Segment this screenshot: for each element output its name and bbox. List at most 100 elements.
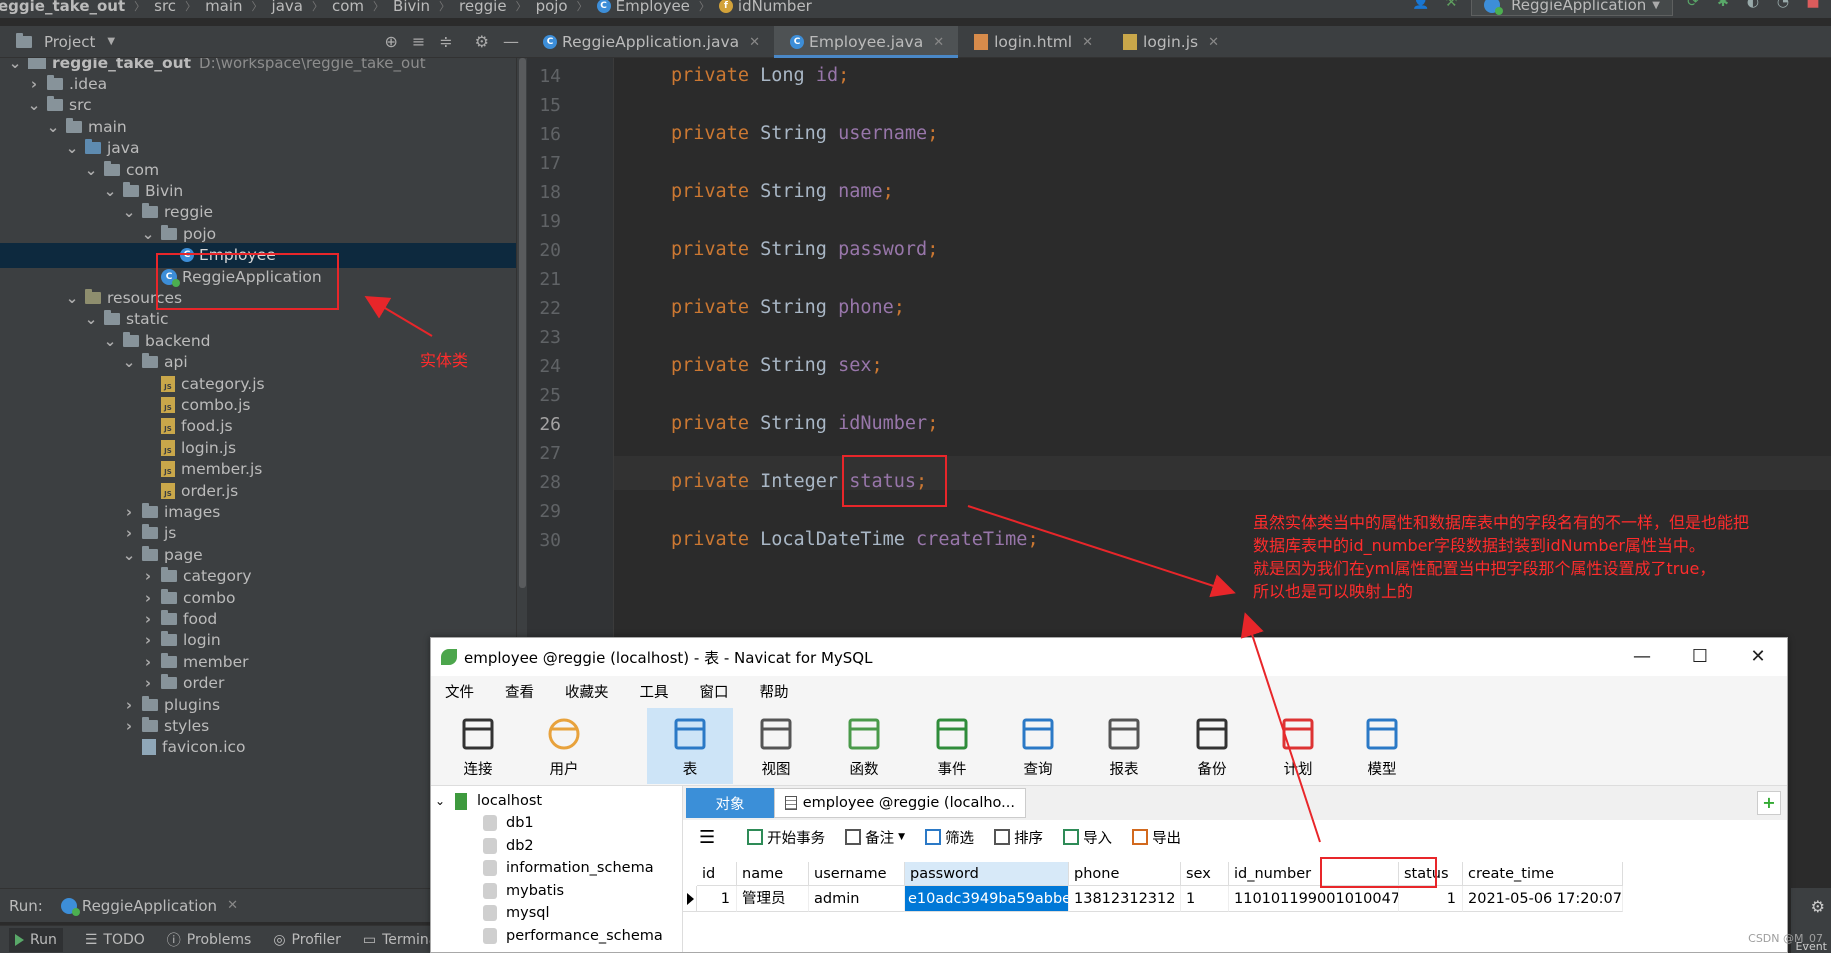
code-line[interactable]: private String password;: [671, 239, 938, 260]
chevron-right-icon[interactable]: ›: [141, 674, 155, 692]
user-icon[interactable]: 👤: [1411, 0, 1431, 12]
action-filter[interactable]: 筛选: [925, 827, 982, 848]
menu-item[interactable]: 收藏夹: [558, 681, 625, 702]
menu-item[interactable]: 查看: [498, 681, 550, 702]
bottom-tab-profiler[interactable]: ◎ Profiler: [273, 932, 341, 948]
coverage-icon[interactable]: ◐: [1743, 0, 1763, 12]
menu-item[interactable]: 帮助: [753, 681, 805, 702]
stop-icon[interactable]: ■: [1803, 0, 1823, 12]
close-icon[interactable]: ✕: [1729, 638, 1787, 676]
chevron-right-icon[interactable]: ›: [141, 631, 155, 649]
gear-icon[interactable]: ⚙: [475, 32, 489, 51]
column-header-id[interactable]: id: [697, 862, 737, 886]
chevron-down-icon[interactable]: ⌄: [435, 794, 455, 808]
close-icon[interactable]: ✕: [1208, 35, 1219, 50]
run-tab-reggie-application[interactable]: ReggieApplication ✕: [60, 897, 238, 916]
breadcrumb-item[interactable]: eggie_take_out: [0, 0, 125, 15]
chevron-down-icon[interactable]: ⌄: [84, 310, 98, 328]
menu-item[interactable]: 窗口: [693, 681, 745, 702]
chevron-right-icon[interactable]: ›: [122, 696, 136, 714]
chevron-down-icon[interactable]: ⌄: [103, 182, 117, 200]
chevron-down-icon[interactable]: ⌄: [27, 96, 41, 114]
close-icon[interactable]: ✕: [227, 898, 238, 913]
editor-tab[interactable]: login.html ✕: [958, 26, 1107, 58]
toolbar-view-button[interactable]: 视图: [733, 708, 819, 784]
code-line[interactable]: private String phone;: [671, 297, 905, 318]
locate-icon[interactable]: ⊕: [384, 32, 397, 51]
database-item[interactable]: performance_schema: [483, 925, 663, 947]
code-line[interactable]: private String sex;: [671, 355, 883, 376]
cell-password[interactable]: e10adc3949ba59abbe56e: [905, 886, 1069, 912]
toolbar-backup-button[interactable]: 备份: [1169, 708, 1255, 784]
chevron-down-icon[interactable]: ⌄: [122, 353, 136, 371]
toolbar-user-button[interactable]: 用户: [521, 708, 607, 784]
toolbar-event-button[interactable]: 事件: [909, 708, 995, 784]
column-header-sex[interactable]: sex: [1181, 862, 1229, 886]
chevron-down-icon[interactable]: ⌄: [122, 546, 136, 564]
column-header-password[interactable]: password: [905, 862, 1069, 886]
database-item[interactable]: information_schema: [483, 857, 654, 879]
database-item[interactable]: mybatis: [483, 880, 564, 902]
toolbar-schedule-button[interactable]: 计划: [1255, 708, 1341, 784]
cell-sex[interactable]: 1: [1181, 886, 1229, 912]
chevron-right-icon[interactable]: ›: [141, 589, 155, 607]
chevron-down-icon[interactable]: ⌄: [84, 161, 98, 179]
code-line[interactable]: private LocalDateTime createTime;: [671, 529, 1039, 550]
build-hammer-icon[interactable]: ⚒: [1441, 0, 1461, 12]
chevron-right-icon[interactable]: ›: [122, 503, 136, 521]
cell-id[interactable]: 1: [697, 886, 737, 912]
close-icon[interactable]: ✕: [933, 35, 944, 50]
chevron-right-icon[interactable]: ›: [122, 717, 136, 735]
menu-item[interactable]: 文件: [438, 681, 490, 702]
cell-name[interactable]: 管理员: [737, 886, 809, 912]
action-export[interactable]: 导出: [1132, 827, 1189, 848]
cell-create-time[interactable]: 2021-05-06 17:20:07: [1463, 886, 1623, 912]
toolbar-report-button[interactable]: 报表: [1081, 708, 1167, 784]
maximize-icon[interactable]: ☐: [1671, 638, 1729, 676]
debug-bug-icon[interactable]: ✱: [1713, 0, 1733, 12]
action-memo[interactable]: 备注 ▼: [845, 827, 913, 848]
editor-tab[interactable]: login.js ✕: [1107, 26, 1233, 58]
action-transaction[interactable]: 开始事务: [747, 827, 833, 848]
column-header-name[interactable]: name: [737, 862, 809, 886]
chevron-right-icon[interactable]: ›: [27, 75, 41, 93]
toolbar-table-button[interactable]: 表: [647, 708, 733, 784]
chevron-down-icon[interactable]: ⌄: [8, 58, 22, 72]
expand-all-icon[interactable]: ≡: [412, 32, 425, 51]
chevron-right-icon[interactable]: ›: [141, 610, 155, 628]
chevron-down-icon[interactable]: ⌄: [65, 289, 79, 307]
database-item[interactable]: db1: [483, 812, 534, 834]
editor-tab[interactable]: C Employee.java ✕: [774, 26, 959, 58]
breadcrumb-item[interactable]: java: [272, 0, 303, 15]
run-configuration-select[interactable]: ReggieApplication ▼: [1471, 0, 1673, 16]
chevron-down-icon[interactable]: ⌄: [65, 139, 79, 157]
bottom-tab-problems[interactable]: ⓘ Problems: [167, 930, 252, 950]
toolbar-plug-button[interactable]: 连接: [435, 708, 521, 784]
breadcrumb-item[interactable]: reggie: [459, 0, 507, 15]
event-log-label[interactable]: Event: [1795, 940, 1827, 953]
tab-objects[interactable]: 对象: [686, 788, 774, 818]
project-panel-title[interactable]: Project: [44, 33, 95, 51]
chevron-right-icon[interactable]: ›: [141, 567, 155, 585]
breadcrumb-item[interactable]: main: [205, 0, 242, 15]
rerun-icon[interactable]: ⟳: [1683, 0, 1703, 12]
cell-phone[interactable]: 13812312312: [1069, 886, 1181, 912]
column-header-create-time[interactable]: create_time: [1463, 862, 1623, 886]
database-item[interactable]: mysql: [483, 902, 550, 924]
bottom-tab-run[interactable]: Run: [9, 927, 63, 952]
breadcrumb-item[interactable]: f idNumber: [718, 0, 812, 15]
breadcrumb-item[interactable]: pojo: [536, 0, 568, 15]
cell-username[interactable]: admin: [809, 886, 905, 912]
bottom-tab-todo[interactable]: ☰ TODO: [85, 932, 145, 948]
minimize-icon[interactable]: —: [503, 32, 519, 51]
gear-icon[interactable]: ⚙: [1811, 897, 1825, 916]
breadcrumb-item[interactable]: com: [332, 0, 364, 15]
toolbar-function-button[interactable]: 函数: [821, 708, 907, 784]
breadcrumb-item[interactable]: Bivin: [393, 0, 430, 15]
code-line[interactable]: private String username;: [671, 123, 938, 144]
chevron-down-icon[interactable]: ▼: [107, 36, 115, 47]
chevron-right-icon[interactable]: ›: [122, 524, 136, 542]
menu-item[interactable]: 工具: [633, 681, 685, 702]
action-import[interactable]: 导入: [1063, 827, 1120, 848]
breadcrumb-item[interactable]: C Employee: [596, 0, 690, 15]
